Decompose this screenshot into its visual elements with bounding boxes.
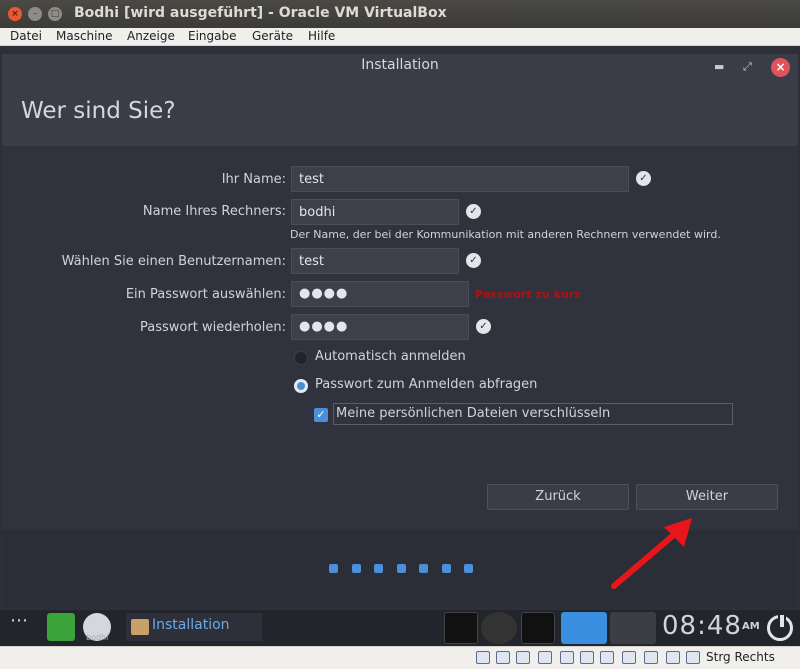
menu-maschine[interactable]: Maschine <box>56 29 112 43</box>
host-menubar: Datei Maschine Anzeige Eingabe Geräte Hi… <box>0 28 800 46</box>
auto-login-radio[interactable] <box>294 351 308 365</box>
progress-step <box>396 564 406 573</box>
clock: 08:48 <box>662 611 742 641</box>
password-label: Ein Passwort auswählen: <box>125 287 286 302</box>
host-titlebar: × – □ Bodhi [wird ausgeführt] - Oracle V… <box>0 0 800 28</box>
shared-folder-status-icon[interactable] <box>580 651 594 664</box>
encrypt-checkbox[interactable]: ✓ <box>314 408 328 422</box>
progress-step <box>419 564 428 573</box>
optical-status-icon[interactable] <box>496 651 510 664</box>
display-status-icon[interactable] <box>600 651 614 664</box>
password-repeat-valid-icon: ✓ <box>476 319 491 334</box>
close-window-button[interactable]: × <box>8 7 22 21</box>
pen-tool-icon[interactable] <box>444 612 478 644</box>
usb-status-icon[interactable] <box>560 651 574 664</box>
progress-step <box>329 564 338 573</box>
computer-name-field[interactable] <box>291 199 459 225</box>
installer-minimize-icon[interactable]: ▬ <box>714 60 724 73</box>
password-field[interactable]: ●●●● <box>291 281 469 307</box>
maximize-window-button[interactable]: □ <box>48 7 62 21</box>
password-repeat-field[interactable]: ●●●● <box>291 314 469 340</box>
hdd-status-icon[interactable] <box>476 651 490 664</box>
next-button[interactable]: Weiter <box>636 484 778 510</box>
vt-status-icon[interactable] <box>666 651 680 664</box>
desktop-pager-2[interactable] <box>610 612 656 644</box>
desktop-pager-1[interactable] <box>561 612 607 644</box>
name-field[interactable] <box>291 166 629 192</box>
dial-widget-icon[interactable] <box>481 612 517 644</box>
network-status-icon[interactable] <box>538 651 552 664</box>
installer-window-title: Installation <box>361 57 439 73</box>
progress-step <box>351 564 361 573</box>
bodhi-menu-icon[interactable] <box>47 613 75 641</box>
password-warning: Passwort zu kurz <box>475 288 581 301</box>
menu-hilfe[interactable]: Hilfe <box>308 29 335 43</box>
installer-close-icon[interactable]: × <box>771 58 790 77</box>
menu-geraete[interactable]: Geräte <box>252 29 293 43</box>
menu-eingabe[interactable]: Eingabe <box>188 29 237 43</box>
encrypt-label[interactable]: Meine persönlichen Dateien verschlüsseln <box>333 403 733 425</box>
recording-status-icon[interactable] <box>622 651 636 664</box>
installer-task-icon <box>131 619 149 635</box>
clock-ampm: AM <box>742 621 760 632</box>
mouse-integration-icon[interactable] <box>686 651 700 664</box>
host-statusbar <box>0 646 800 669</box>
back-button[interactable]: Zurück <box>487 484 629 510</box>
computer-name-hint: Der Name, der bei der Kommunikation mit … <box>290 228 721 241</box>
ask-password-label[interactable]: Passwort zum Anmelden abfragen <box>315 377 537 392</box>
username-field[interactable] <box>291 248 459 274</box>
minimize-window-button[interactable]: – <box>28 7 42 21</box>
computer-name-label: Name Ihres Rechners: <box>142 204 286 219</box>
page-heading: Wer sind Sie? <box>21 98 176 124</box>
host-key-label: Strg Rechts <box>706 650 775 664</box>
computer-name-valid-icon: ✓ <box>466 204 481 219</box>
host-window-title: Bodhi [wird ausgeführt] - Oracle VM Virt… <box>74 5 447 21</box>
progress-step <box>464 564 473 573</box>
clipboard-icon[interactable] <box>521 612 555 644</box>
bodhi-logo-label: bodhi <box>86 633 109 642</box>
menu-anzeige[interactable]: Anzeige <box>127 29 175 43</box>
name-valid-icon: ✓ <box>636 171 651 186</box>
app-menu-icon[interactable]: ⋯ <box>10 610 29 631</box>
password-repeat-label: Passwort wiederholen: <box>140 320 286 335</box>
progress-step <box>441 564 451 573</box>
power-icon[interactable] <box>767 613 793 641</box>
username-label: Wählen Sie einen Benutzernamen: <box>61 254 286 269</box>
auto-login-label[interactable]: Automatisch anmelden <box>315 349 466 364</box>
username-valid-icon: ✓ <box>466 253 481 268</box>
cpu-status-icon[interactable] <box>644 651 658 664</box>
name-label: Ihr Name: <box>221 172 286 187</box>
audio-status-icon[interactable] <box>516 651 530 664</box>
menu-datei[interactable]: Datei <box>10 29 42 43</box>
progress-step <box>374 564 383 573</box>
installer-restore-icon[interactable]: ⤢ <box>743 60 752 74</box>
ask-password-radio[interactable] <box>294 379 308 393</box>
